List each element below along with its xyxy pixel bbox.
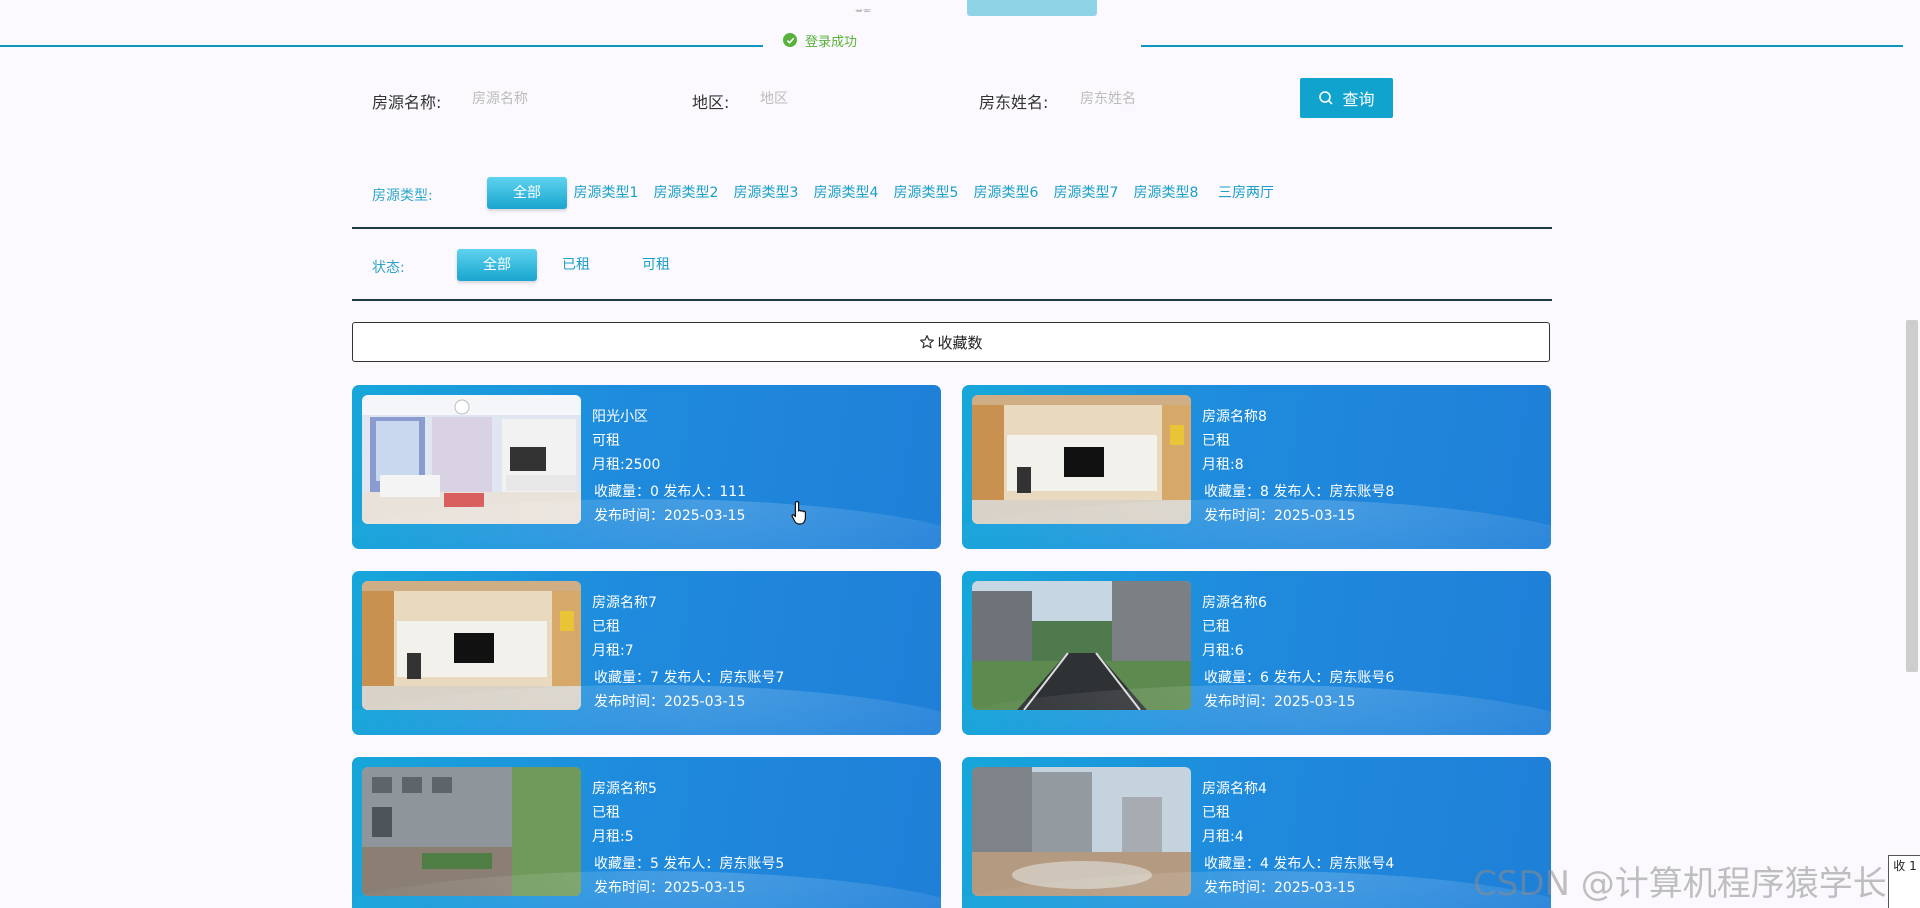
listing-date: 发布时间：2025-03-15	[1204, 508, 1356, 524]
listing-card[interactable]: 房源名称7 已租 月租:7 收藏量：7 发布人：房东账号7 发布时间：2025-…	[352, 571, 941, 735]
listing-meta: 收藏量：7 发布人：房东账号7	[594, 670, 785, 686]
filter-divider-1	[352, 227, 1552, 229]
listing-rent: 月租:5	[592, 829, 634, 845]
floating-favorite-button[interactable]: 收 1	[1888, 855, 1920, 908]
house-name-input[interactable]	[470, 85, 654, 113]
listing-rent: 月租:8	[1202, 457, 1244, 473]
query-button-label: 查询	[1342, 90, 1375, 109]
status-filter-all[interactable]: 全部	[457, 249, 537, 281]
nav-item-active[interactable]	[967, 0, 1097, 16]
listing-name: 房源名称5	[592, 781, 657, 797]
listing-meta: 收藏量：5 发布人：房东账号5	[594, 856, 785, 872]
area-label: 地区:	[692, 93, 730, 112]
listing-meta: 收藏量：8 发布人：房东账号8	[1204, 484, 1395, 500]
header-divider-left	[0, 45, 763, 47]
type-filter-3[interactable]: 房源类型3	[732, 177, 800, 209]
scrollbar-thumb[interactable]	[1906, 320, 1918, 672]
type-filter-all[interactable]: 全部	[487, 177, 567, 209]
listing-meta: 收藏量：4 发布人：房东账号4	[1204, 856, 1395, 872]
watermark: CSDN @计算机程序猿学长	[1473, 864, 1887, 904]
listing-date: 发布时间：2025-03-15	[1204, 694, 1356, 710]
listing-card[interactable]: 房源名称6 已租 月租:6 收藏量：6 发布人：房东账号6 发布时间：2025-…	[962, 571, 1551, 735]
type-filter-3br2lr[interactable]: 三房两厅	[1212, 177, 1280, 209]
type-filter-2[interactable]: 房源类型2	[652, 177, 720, 209]
listing-date: 发布时间：2025-03-15	[594, 694, 746, 710]
listing-meta: 收藏量：0 发布人：111	[594, 484, 747, 500]
star-icon	[920, 335, 935, 349]
listing-card[interactable]: 阳光小区 可租 月租:2500 收藏量：0 发布人：111 发布时间：2025-…	[352, 385, 941, 549]
hand-cursor-icon	[791, 500, 806, 525]
listing-date: 发布时间：2025-03-15	[594, 880, 746, 896]
query-button[interactable]: 查询	[1300, 78, 1393, 118]
status-label: 状态:	[372, 260, 405, 276]
status-filter-rented[interactable]: 已租	[541, 249, 611, 281]
filter-divider-2	[352, 299, 1552, 301]
house-type-label: 房源类型:	[372, 188, 433, 204]
listing-status: 已租	[1202, 805, 1230, 821]
listing-name: 阳光小区	[592, 409, 648, 425]
listing-rent: 月租:7	[592, 643, 634, 659]
listing-name: 房源名称6	[1202, 595, 1267, 611]
sort-button-label: 收藏数	[937, 333, 983, 352]
listing-photo-street	[972, 581, 1191, 710]
listing-status: 可租	[592, 433, 620, 449]
listing-photo-living-room	[362, 395, 581, 524]
house-name-label: 房源名称:	[372, 93, 442, 112]
type-filter-1[interactable]: 房源类型1	[572, 177, 640, 209]
listing-card[interactable]: 房源名称4 已租 月租:4 收藏量：4 发布人：房东账号4 发布时间：2025-…	[962, 757, 1551, 908]
listing-date: 发布时间：2025-03-15	[594, 508, 746, 524]
listing-status: 已租	[1202, 433, 1230, 449]
type-filter-5[interactable]: 房源类型5	[892, 177, 960, 209]
listing-photo-tv-wall	[362, 581, 581, 710]
listing-name: 房源名称8	[1202, 409, 1267, 425]
header-divider-right	[1141, 45, 1903, 47]
type-filter-7[interactable]: 房源类型7	[1052, 177, 1120, 209]
listing-status: 已租	[592, 619, 620, 635]
listing-meta: 收藏量：6 发布人：房东账号6	[1204, 670, 1395, 686]
listing-rent: 月租:4	[1202, 829, 1244, 845]
type-filter-8[interactable]: 房源类型8	[1132, 177, 1200, 209]
listing-rent: 月租:6	[1202, 643, 1244, 659]
listing-name: 房源名称7	[592, 595, 657, 611]
page: { "top_nav": { "peek_item": "首页" }, "toa…	[0, 0, 1920, 908]
landlord-name-input[interactable]	[1078, 85, 1262, 113]
listing-photo-tv-wall	[972, 395, 1191, 524]
listing-card[interactable]: 房源名称5 已租 月租:5 收藏量：5 发布人：房东账号5 发布时间：2025-…	[352, 757, 941, 908]
listing-status: 已租	[1202, 619, 1230, 635]
sort-by-favorites-button[interactable]: 收藏数	[352, 322, 1550, 362]
listing-name: 房源名称4	[1202, 781, 1267, 797]
listing-photo-construction	[972, 767, 1191, 896]
check-circle-icon	[783, 33, 797, 47]
listing-card[interactable]: 房源名称8 已租 月租:8 收藏量：8 发布人：房东账号8 发布时间：2025-…	[962, 385, 1551, 549]
landlord-name-label: 房东姓名:	[979, 93, 1049, 112]
listing-status: 已租	[592, 805, 620, 821]
listing-rent: 月租:2500	[592, 457, 661, 473]
status-filter-available[interactable]: 可租	[621, 249, 691, 281]
area-input[interactable]	[758, 85, 942, 113]
top-nav: 首页	[0, 0, 1920, 16]
login-success-toast: 登录成功	[783, 30, 857, 50]
type-filter-6[interactable]: 房源类型6	[972, 177, 1040, 209]
toast-message: 登录成功	[805, 34, 858, 50]
listing-photo-building	[362, 767, 581, 896]
nav-item-home[interactable]: 首页	[855, 4, 889, 12]
listing-date: 发布时间：2025-03-15	[1204, 880, 1356, 896]
type-filter-4[interactable]: 房源类型4	[812, 177, 880, 209]
search-icon	[1319, 91, 1334, 105]
